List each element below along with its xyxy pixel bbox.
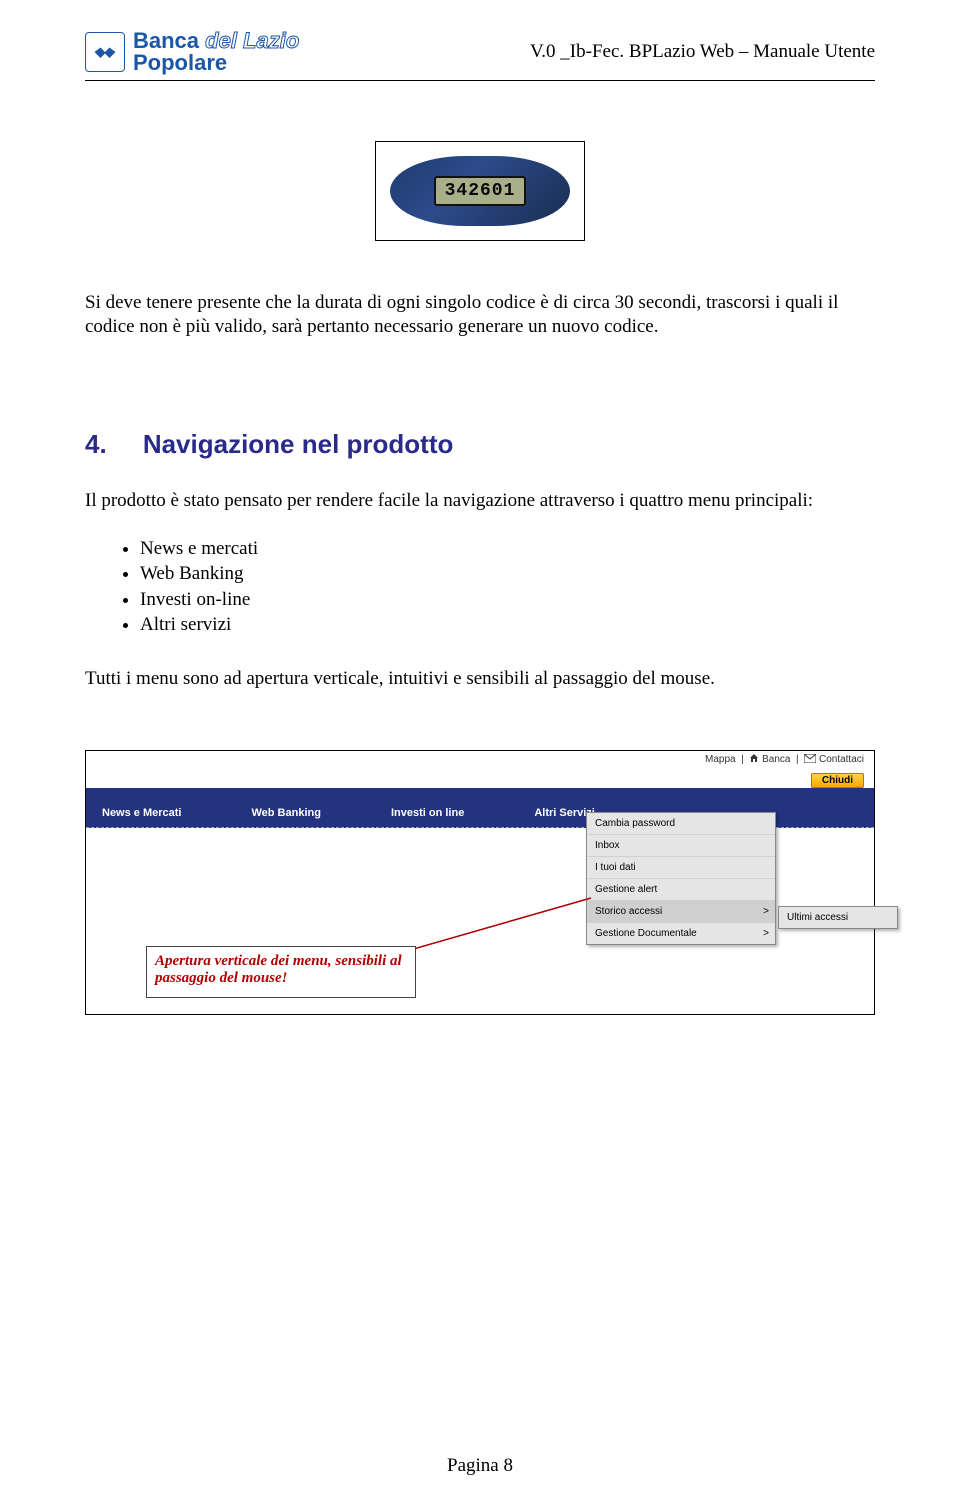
top-link-banca[interactable]: Banca	[762, 754, 790, 765]
dropdown-item-label: Gestione Documentale	[595, 928, 697, 939]
list-item: Web Banking	[140, 561, 875, 587]
dropdown-item[interactable]: Inbox	[587, 834, 775, 856]
dropdown-item[interactable]: Gestione alert	[587, 878, 775, 900]
top-link-contattaci[interactable]: Contattaci	[819, 754, 864, 765]
flyout-submenu[interactable]: Ultimi accessi	[778, 906, 898, 929]
section-number: 4.	[85, 429, 107, 459]
chevron-right-icon: >	[763, 906, 769, 917]
dropdown-item-label: Storico accessi	[595, 906, 662, 917]
dropdown-item[interactable]: I tuoi dati	[587, 856, 775, 878]
list-item: News e mercati	[140, 536, 875, 562]
section-title: Navigazione nel prodotto	[143, 429, 454, 459]
menu-item-webbanking[interactable]: Web Banking	[251, 807, 320, 827]
closing-paragraph: Tutti i menu sono ad apertura verticale,…	[85, 668, 875, 690]
dropdown-item-storico[interactable]: Storico accessi >	[587, 900, 775, 922]
header-rule	[85, 80, 875, 81]
brand-logo: Banca del Lazio Popolare	[85, 30, 299, 74]
section-intro: Il prodotto è stato pensato per rendere …	[85, 490, 875, 512]
dropdown-item[interactable]: Cambia password	[587, 813, 775, 834]
callout-connector-line	[396, 896, 596, 956]
dropdown-menu: Cambia password Inbox I tuoi dati Gestio…	[586, 812, 776, 945]
mail-icon	[804, 754, 816, 766]
callout-annotation: Apertura verticale dei menu, sensibili a…	[146, 946, 416, 998]
close-button[interactable]: Chiudi	[811, 773, 864, 788]
chevron-right-icon: >	[763, 928, 769, 939]
home-icon	[749, 753, 759, 766]
flyout-item-label: Ultimi accessi	[787, 912, 848, 923]
app-close-row: Chiudi	[86, 768, 874, 788]
logo-text: Banca del Lazio Popolare	[133, 30, 299, 74]
token-figure: 342601	[375, 141, 585, 241]
logo-mark-icon	[85, 32, 125, 72]
document-title: V.0 _Ib-Fec. BPLazio Web – Manuale Utent…	[530, 41, 875, 63]
app-screenshot: Mappa | Banca | Contattaci Chiudi News e…	[85, 750, 875, 1015]
token-code-display: 342601	[434, 176, 526, 206]
top-link-mappa[interactable]: Mappa	[705, 754, 736, 765]
token-description: Si deve tenere presente che la durata di…	[85, 291, 875, 339]
dropdown-item-gestione-doc[interactable]: Gestione Documentale >	[587, 922, 775, 944]
handshake-icon	[90, 37, 120, 67]
token-device-icon: 342601	[390, 156, 570, 226]
menu-bullet-list: News e mercati Web Banking Investi on-li…	[140, 536, 875, 639]
app-top-links: Mappa | Banca | Contattaci	[86, 751, 874, 768]
logo-line2: Popolare	[133, 52, 299, 74]
menu-item-investi[interactable]: Investi on line	[391, 807, 464, 827]
page-header: Banca del Lazio Popolare V.0 _Ib-Fec. BP…	[85, 30, 875, 80]
list-item: Investi on-line	[140, 587, 875, 613]
list-item: Altri servizi	[140, 612, 875, 638]
menu-item-news[interactable]: News e Mercati	[102, 807, 181, 827]
section-heading: 4. Navigazione nel prodotto	[85, 429, 875, 460]
page-footer: Pagina 8	[0, 1455, 960, 1477]
